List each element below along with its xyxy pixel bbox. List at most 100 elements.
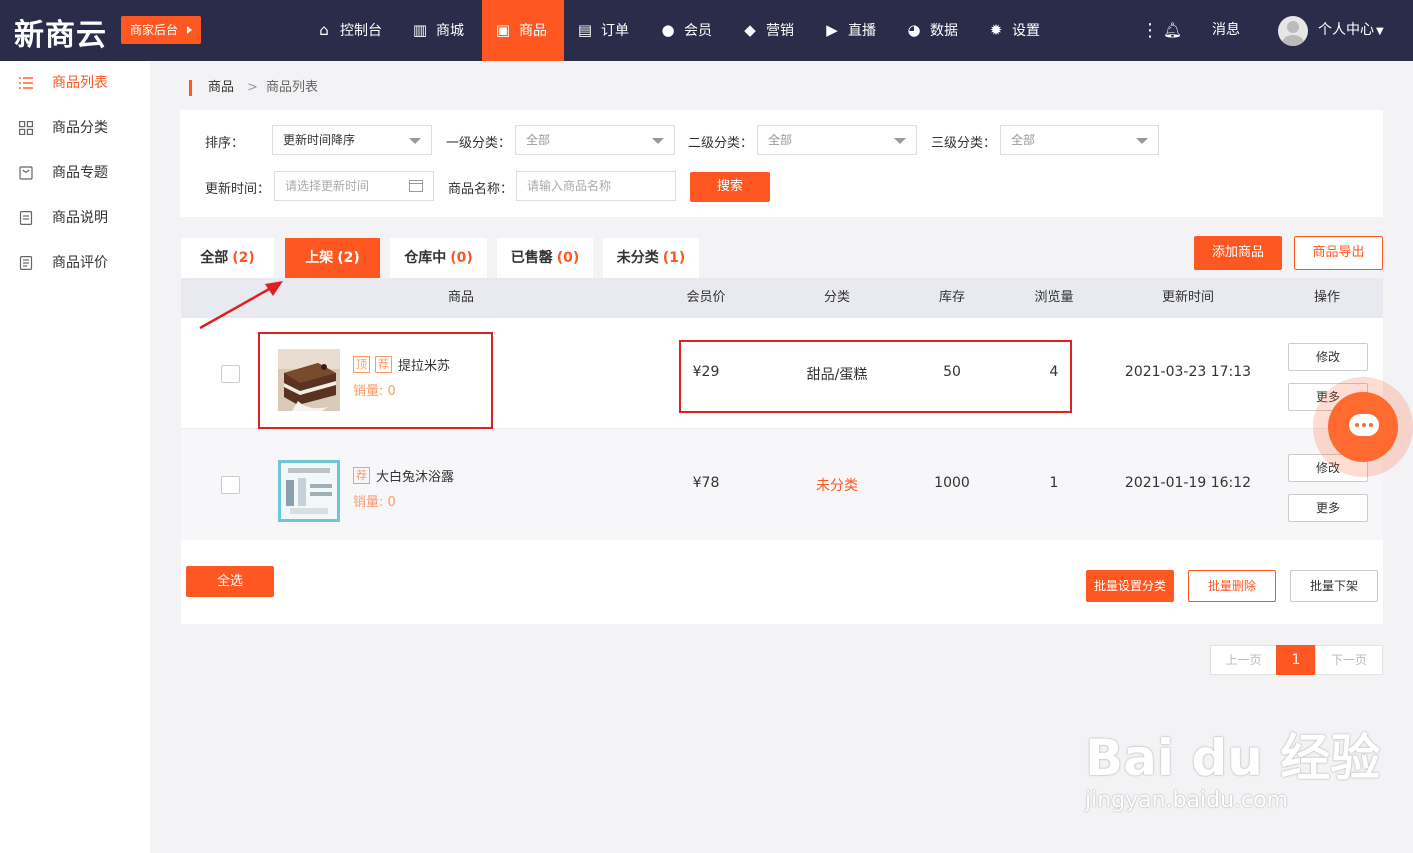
next-page-button[interactable]: 下一页 xyxy=(1315,645,1383,675)
nav-item-settings[interactable]: ✹ 设置 xyxy=(988,0,1040,61)
nav-label: 订单 xyxy=(601,23,629,39)
nav-item-products[interactable]: ▣ 商品 xyxy=(482,0,564,61)
cat3-value: 全部 xyxy=(1011,133,1036,147)
row-checkbox[interactable] xyxy=(221,365,240,383)
clipboard-icon: ▤ xyxy=(577,21,593,39)
tab-on-shelf[interactable]: 上架 (2) xyxy=(285,238,380,278)
watermark-brand: Bai du 经验 xyxy=(1085,729,1381,787)
building-icon: ▥ xyxy=(412,21,428,39)
column-header-stock: 库存 xyxy=(938,290,965,305)
stock: 1000 xyxy=(934,475,970,491)
cat3-select[interactable]: 全部 xyxy=(1000,125,1159,155)
cube-icon: ◆ xyxy=(744,21,756,39)
tab-in-warehouse[interactable]: 仓库中 (0) xyxy=(390,238,487,278)
cat2-select[interactable]: 全部 xyxy=(757,125,917,155)
select-all-button[interactable]: 全选 xyxy=(186,566,274,597)
breadcrumb-accent xyxy=(189,80,192,96)
nav-item-marketing[interactable]: ◆ 营销 xyxy=(742,0,794,61)
product-thumbnail-body-wash xyxy=(278,460,340,522)
update-time-placeholder: 请选择更新时间 xyxy=(285,179,370,193)
sidebar-item-label: 商品评价 xyxy=(52,255,108,271)
nav-item-mall[interactable]: ▥ 商城 xyxy=(412,0,464,61)
sidebar-item-product-topic[interactable]: 商品专题 xyxy=(0,151,150,195)
column-header-views: 浏览量 xyxy=(1034,290,1074,305)
page-1-button[interactable]: 1 xyxy=(1276,645,1316,675)
sidebar-item-label: 商品说明 xyxy=(52,210,108,226)
watermark-url: jingyan.baidu.com xyxy=(1085,788,1289,813)
messages-link[interactable]: 消息 xyxy=(1212,0,1240,61)
updated-time: 2021-01-19 16:12 xyxy=(1124,475,1252,491)
product-name-placeholder: 请输入商品名称 xyxy=(527,179,612,193)
sidebar-item-label: 商品列表 xyxy=(52,75,108,91)
add-product-button[interactable]: 添加商品 xyxy=(1194,236,1282,270)
home-icon: ⌂ xyxy=(319,21,329,39)
sort-select[interactable]: 更新时间降序 xyxy=(272,125,432,155)
cat1-select[interactable]: 全部 xyxy=(515,125,675,155)
sidebar-item-product-description[interactable]: 商品说明 xyxy=(0,196,150,240)
user-icon: ● xyxy=(661,21,675,39)
tab-count: (1) xyxy=(662,250,686,266)
sidebar-item-product-review[interactable]: 商品评价 xyxy=(0,241,150,285)
bulk-set-category-button[interactable]: 批量设置分类 xyxy=(1086,570,1174,602)
grid-icon xyxy=(19,121,33,135)
nav-item-orders[interactable]: ▤ 订单 xyxy=(577,0,629,61)
nav-item-dashboard[interactable]: ⌂ 控制台 xyxy=(316,0,382,61)
calendar-icon xyxy=(409,180,423,192)
profile-menu[interactable]: 个人中心 ▼ xyxy=(1318,0,1384,61)
chat-icon xyxy=(1328,392,1398,462)
tab-count: (2) xyxy=(337,250,360,266)
tab-count: (0) xyxy=(450,250,473,266)
recommend-tag: 荐 xyxy=(353,467,370,484)
column-header-category: 分类 xyxy=(823,290,850,305)
bag-outline-icon xyxy=(19,166,33,180)
bulk-action-bar: 全选 批量设置分类 批量删除 批量下架 xyxy=(181,540,1383,624)
nav-item-live[interactable]: ▶ 直播 xyxy=(824,0,876,61)
member-price: ¥78 xyxy=(692,475,720,491)
tab-sold-out[interactable]: 已售罄 (0) xyxy=(497,238,593,278)
annotation-box-values xyxy=(679,340,1072,413)
tab-all[interactable]: 全部 (2) xyxy=(181,238,274,278)
edit-button[interactable]: 修改 xyxy=(1288,343,1368,371)
pie-chart-icon: ◕ xyxy=(907,21,921,39)
product-name[interactable]: 大白兔沐浴露 xyxy=(376,466,454,485)
sort-value: 更新时间降序 xyxy=(283,133,356,147)
avatar[interactable] xyxy=(1278,16,1308,46)
list-icon xyxy=(19,77,33,89)
column-header-actions: 操作 xyxy=(1313,290,1340,305)
more-vertical-icon[interactable]: ⋮ xyxy=(1141,0,1159,61)
nav-item-data[interactable]: ◕ 数据 xyxy=(906,0,958,61)
column-header-updated: 更新时间 xyxy=(1161,290,1214,305)
update-time-label: 更新时间： xyxy=(205,182,271,197)
bulk-take-down-button[interactable]: 批量下架 xyxy=(1290,570,1378,602)
update-time-picker[interactable]: 请选择更新时间 xyxy=(274,171,434,201)
nav-item-members[interactable]: ● 会员 xyxy=(660,0,712,61)
export-products-button[interactable]: 商品导出 xyxy=(1294,236,1383,270)
bell-icon[interactable]: 🔔︎ xyxy=(1163,0,1182,61)
column-header-product: 商品 xyxy=(447,290,474,305)
search-button[interactable]: 搜索 xyxy=(690,172,770,202)
tab-label: 未分类 xyxy=(616,250,659,266)
row-checkbox[interactable] xyxy=(221,476,240,494)
top-navigation-bar: 新商云 商家后台 ⌂ 控制台 ▥ 商城 ▣ 商品 ▤ 订单 ● 会员 ◆ 营销 ▶ 直播 ◕ 数… xyxy=(0,0,1413,61)
breadcrumb-root[interactable]: 商品 xyxy=(208,78,234,98)
bulk-delete-button[interactable]: 批量删除 xyxy=(1188,570,1276,602)
caret-down-icon: ▼ xyxy=(1376,26,1384,37)
chevron-down-icon xyxy=(409,138,421,144)
chevron-down-icon xyxy=(652,138,664,144)
nav-label: 控制台 xyxy=(340,23,382,39)
cat1-value: 全部 xyxy=(526,133,551,147)
tab-count: (2) xyxy=(232,250,255,266)
sidebar-item-product-category[interactable]: 商品分类 xyxy=(0,106,150,150)
tab-uncategorized[interactable]: 未分类 (1) xyxy=(603,238,699,278)
prev-page-button[interactable]: 上一页 xyxy=(1210,645,1277,675)
sidebar-item-product-list[interactable]: 商品列表 xyxy=(0,61,150,105)
merchant-backend-button[interactable]: 商家后台 xyxy=(121,16,201,44)
more-button[interactable]: 更多 xyxy=(1288,494,1368,522)
nav-label: 营销 xyxy=(766,23,794,39)
nav-label: 商城 xyxy=(436,23,464,39)
chat-float-button[interactable] xyxy=(1313,377,1413,477)
product-name-label: 商品名称： xyxy=(448,182,514,197)
doc-icon xyxy=(19,211,33,225)
product-name-input[interactable]: 请输入商品名称 xyxy=(516,171,676,201)
chevron-down-icon xyxy=(1136,138,1148,144)
